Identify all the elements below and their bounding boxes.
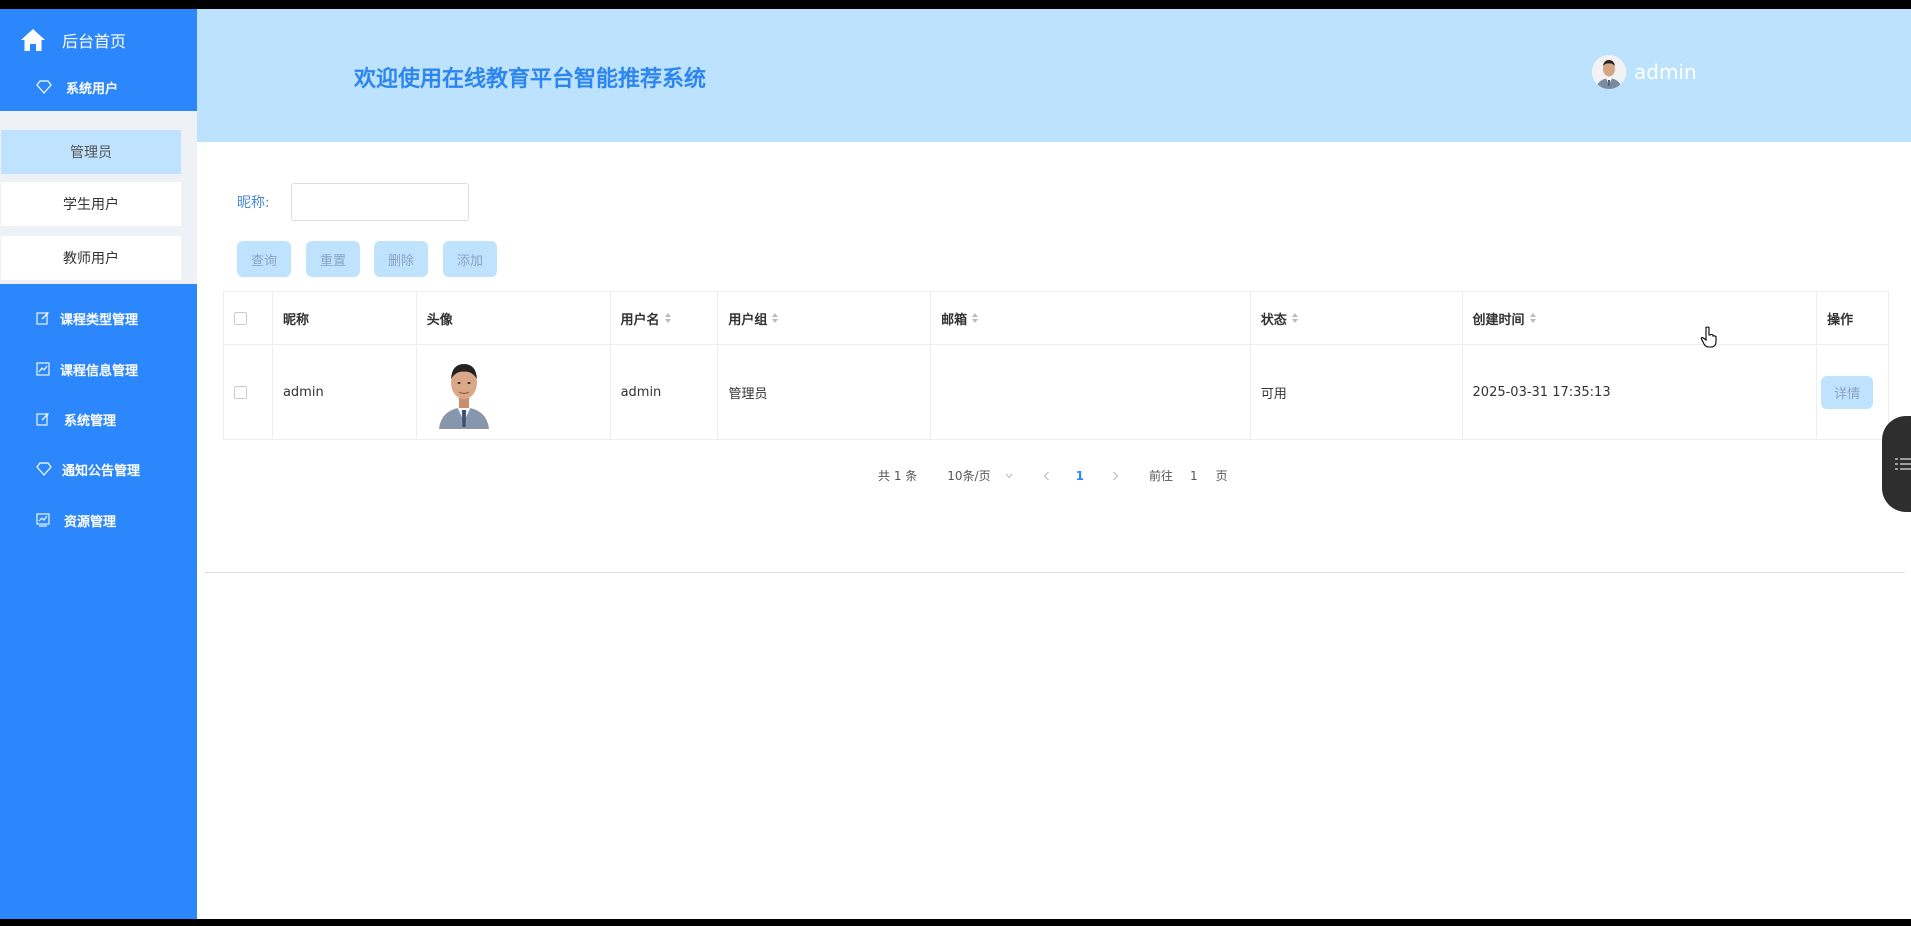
actions-cell: 详情 [1817,345,1888,439]
column-header-label: 邮箱 [941,312,968,328]
query-button[interactable]: 查询 [237,241,291,277]
sort-icon[interactable] [772,313,779,323]
current-page[interactable]: 1 [1076,469,1084,483]
username-cell: admin [611,345,719,439]
sidebar-item-course-info[interactable]: 课程信息管理 [0,349,197,389]
nickname-cell: admin [273,345,417,439]
delete-button[interactable]: 删除 [374,241,428,277]
sort-icon[interactable] [972,313,979,323]
users-table: 昵称 头像 用户名 用户组 邮箱 状态 创建时间 操作 admin admin … [223,291,1889,440]
page-size-select[interactable]: 10条/页 [947,467,1012,484]
column-header-email[interactable]: 邮箱 [931,292,1251,344]
column-header-label: 头像 [426,312,453,328]
floating-list-tab[interactable] [1882,416,1911,512]
diamond-icon [36,80,52,94]
sidebar-subitem-student-users[interactable]: 学生用户 [1,182,181,226]
column-header-username[interactable]: 用户名 [611,292,719,344]
user-menu[interactable]: admin [1592,55,1697,89]
email-cell [931,345,1251,439]
chevron-left-icon[interactable] [1043,471,1050,481]
sidebar-home-label: 后台首页 [62,32,127,51]
row-select-cell [224,345,273,439]
sidebar-subitem-teacher-users[interactable]: 教师用户 [1,236,181,280]
sidebar-item-system-users[interactable]: 系统用户 [0,67,197,107]
nickname-search-input[interactable] [291,183,469,221]
sidebar-home[interactable]: 后台首页 [0,21,197,59]
sidebar-item-label: 系统管理 [64,413,117,429]
pagination-total: 共 1 条 [878,469,918,483]
sidebar-item-system-management[interactable]: 系统管理 [0,399,197,439]
goto-page-input[interactable]: 1 [1190,469,1198,483]
column-header-label: 创建时间 [1472,312,1525,328]
hand-cursor-icon [1700,326,1717,348]
sidebar-item-label: 资源管理 [64,514,117,530]
sidebar-item-resources[interactable]: 资源管理 [0,500,197,540]
detail-button[interactable]: 详情 [1821,375,1874,409]
list-icon [1895,458,1911,470]
chart-icon [36,513,50,527]
status-cell: 可用 [1251,345,1463,439]
username: admin [1634,60,1697,84]
sidebar-item-label: 课程类型管理 [60,312,139,328]
chart-icon [36,362,50,376]
nickname-label: 昵称: [237,195,270,211]
sidebar-item-course-type[interactable]: 课程类型管理 [0,298,197,338]
column-header-avatar: 头像 [417,292,611,344]
avatar [436,355,491,429]
chevron-right-icon[interactable] [1112,471,1119,481]
row-checkbox[interactable] [234,385,247,399]
sidebar-item-label: 课程信息管理 [60,363,139,379]
column-header-created[interactable]: 创建时间 [1463,292,1818,344]
table-row: admin admin 管理员 可用 2025-03-31 17:35:13 详… [224,345,1888,439]
header-select-cell [224,292,273,344]
sort-icon[interactable] [1291,313,1298,323]
sidebar-submenu: 管理员 学生用户 教师用户 [0,111,197,284]
chevron-down-icon [1005,473,1012,478]
diamond-icon [36,462,52,476]
avatar-cell [417,345,611,439]
sidebar-item-notice[interactable]: 通知公告管理 [0,449,197,489]
sidebar: 后台首页 系统用户 管理员 学生用户 教师用户 课程类型管理 课程信息管理 系统… [0,9,197,919]
add-button[interactable]: 添加 [443,241,497,277]
group-cell: 管理员 [718,345,932,439]
reset-button[interactable]: 重置 [306,241,360,277]
edit-icon [36,312,49,325]
sort-icon[interactable] [1529,313,1536,323]
column-header-label: 状态 [1260,312,1287,328]
avatar [1592,55,1626,89]
divider [205,572,1905,573]
column-header-nickname: 昵称 [273,292,417,344]
sidebar-item-label: 通知公告管理 [62,463,141,479]
pagination: 共 1 条 10条/页 1 前往 1 页 [878,467,1228,484]
table-header-row: 昵称 头像 用户名 用户组 邮箱 状态 创建时间 操作 [224,292,1888,345]
sort-icon[interactable] [664,313,671,323]
page-suffix: 页 [1215,469,1228,483]
column-header-label: 操作 [1827,312,1854,328]
edit-icon [36,413,49,426]
created-time-cell: 2025-03-31 17:35:13 [1463,345,1818,439]
select-all-checkbox[interactable] [234,311,247,325]
page-title: 欢迎使用在线教育平台智能推荐系统 [354,67,707,92]
column-header-group[interactable]: 用户组 [718,292,932,344]
sidebar-item-label: 系统用户 [66,81,119,97]
header: 欢迎使用在线教育平台智能推荐系统 admin [197,9,1911,142]
column-header-label: 用户名 [620,312,660,328]
page-size-value: 10条/页 [947,469,991,483]
sidebar-subitem-admin[interactable]: 管理员 [1,130,181,174]
goto-label: 前往 [1148,469,1173,483]
column-header-label: 用户组 [728,312,768,328]
column-header-status[interactable]: 状态 [1251,292,1463,344]
column-header-actions: 操作 [1817,292,1888,344]
column-header-label: 昵称 [282,312,309,328]
app-window: 后台首页 系统用户 管理员 学生用户 教师用户 课程类型管理 课程信息管理 系统… [0,9,1911,919]
home-icon [21,29,45,51]
